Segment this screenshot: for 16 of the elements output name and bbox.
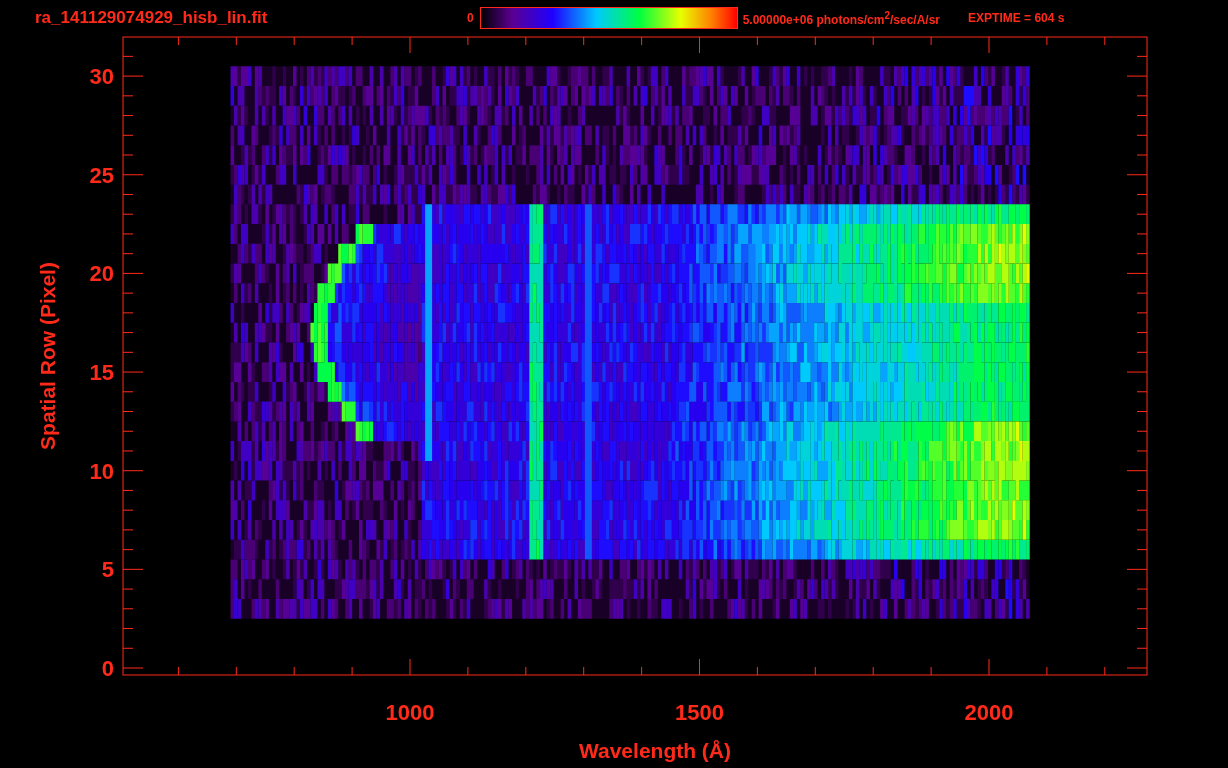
x-tick-label: 2000 [964, 700, 1014, 725]
y-tick-label: 5 [101, 557, 114, 583]
colorbar-min-label: 0 [467, 11, 474, 25]
y-tick-label: 10 [89, 458, 114, 484]
y-tick-label: 20 [89, 261, 114, 287]
x-tick-label: 1500 [675, 700, 724, 725]
y-tick-label: 30 [89, 64, 114, 90]
y-tick-label: 25 [89, 162, 114, 188]
y-tick-label: 0 [101, 656, 114, 681]
y-axis-label: Spatial Row (Pixel) [36, 262, 59, 450]
x-axis-label: Wavelength (Å) [578, 739, 732, 762]
file-title: ra_141129074929_hisb_lin.fit [35, 8, 269, 28]
colorbar-max-label: 5.00000e+06 photons/cm$^{2}$/sec/A/sr [742, 9, 941, 27]
y-tick-label: 15 [89, 360, 114, 386]
exposure-time: EXPTIME = 604 s [968, 11, 1065, 25]
x-tick-label: 1000 [385, 700, 435, 725]
